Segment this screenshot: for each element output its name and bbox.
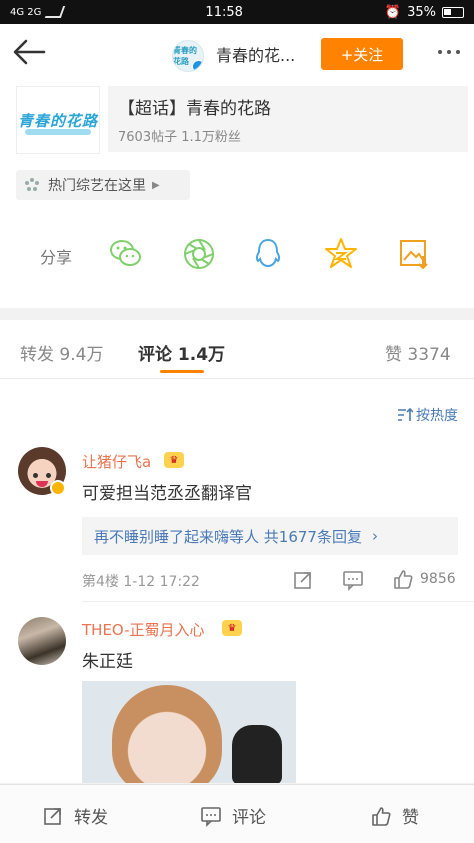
dot-icon bbox=[456, 50, 460, 54]
avatar[interactable] bbox=[18, 617, 66, 665]
follow-button[interactable]: +关注 bbox=[321, 38, 403, 70]
back-arrow-icon bbox=[13, 39, 46, 65]
comment-text: 可爱担当范丞丞翻译官 bbox=[82, 484, 252, 504]
battery-icon bbox=[442, 6, 464, 18]
avatar-mouth bbox=[36, 481, 48, 487]
status-bar: 4G 2G 11:58 ⏰ 35% bbox=[0, 0, 474, 24]
topic-name: 【超话】青春的花路 bbox=[118, 99, 271, 119]
comment-list: 按热度 让猪仔飞a ♛ 可爱担当范丞丞翻译官 再不睡别睡了起来嗨等人 共1677… bbox=[0, 379, 474, 783]
repost-icon[interactable] bbox=[292, 569, 314, 591]
interaction-tabs: 转发 9.4万 评论 1.4万 赞 3374 bbox=[0, 320, 474, 379]
crown-icon: ♛ bbox=[222, 620, 242, 636]
sort-by-hot-button[interactable]: 按热度 bbox=[397, 405, 458, 425]
avatar-eye bbox=[46, 473, 51, 478]
alarm-icon: ⏰ bbox=[384, 4, 402, 20]
bottom-comment-button[interactable]: 评论 bbox=[200, 803, 266, 828]
comment-text: 朱正廷 bbox=[82, 652, 133, 672]
back-button[interactable] bbox=[10, 36, 48, 68]
qq-icon[interactable] bbox=[250, 236, 286, 272]
wechat-icon[interactable] bbox=[108, 236, 144, 272]
dot-icon bbox=[438, 50, 442, 54]
camera-aperture-icon bbox=[25, 178, 39, 191]
logo-wave-decoration bbox=[25, 129, 91, 135]
variety-tag-label: 热门综艺在这里 bbox=[48, 178, 146, 194]
topic-thumbnail[interactable]: 青春的花路 bbox=[16, 86, 100, 154]
share-label: 分享 bbox=[40, 248, 73, 267]
comment-icon[interactable] bbox=[342, 569, 364, 591]
tab-like[interactable]: 赞 3374 bbox=[385, 340, 451, 365]
battery-percent: 35% bbox=[407, 4, 436, 20]
avatar-eye bbox=[33, 473, 38, 478]
active-tab-indicator bbox=[160, 370, 204, 373]
status-time: 11:58 bbox=[205, 4, 243, 20]
crown-icon: ♛ bbox=[164, 452, 184, 468]
topic-stats: 7603帖子 1.1万粉丝 bbox=[118, 130, 241, 145]
reply-summary: 再不睡别睡了起来嗨等人 共1677条回复 bbox=[94, 527, 362, 546]
repost-icon bbox=[44, 807, 61, 825]
variety-tag-link[interactable]: 热门综艺在这里 ▶ bbox=[16, 170, 190, 200]
comment-username[interactable]: THEO-正蜀月入心 bbox=[82, 619, 205, 640]
topic-logo-text: 青春的花路 bbox=[17, 111, 98, 130]
like-count: 9856 bbox=[420, 571, 456, 587]
like-icon bbox=[372, 806, 391, 826]
topic-info-box[interactable]: 【超话】青春的花路 7603帖子 1.1万粉丝 bbox=[108, 86, 468, 152]
wifi-icon bbox=[45, 6, 66, 18]
bottom-like-label: 赞 bbox=[402, 808, 419, 828]
chevron-right-icon: › bbox=[371, 527, 378, 545]
comment-meta: 第4楼 1-12 17:22 bbox=[82, 574, 200, 590]
bottom-action-bar: 转发 评论 赞 bbox=[0, 784, 474, 843]
verified-badge-icon bbox=[192, 60, 203, 71]
bottom-comment-label: 评论 bbox=[232, 808, 266, 828]
dot-icon bbox=[447, 50, 451, 54]
bottom-repost-button[interactable]: 转发 bbox=[42, 803, 108, 828]
signal-text: 4G 2G bbox=[10, 6, 42, 18]
post-card: 青春的花路 【超话】青春的花路 7603帖子 1.1万粉丝 热门综艺在这里 ▶ … bbox=[0, 80, 474, 308]
image-person bbox=[112, 685, 222, 783]
reply-thread-link[interactable]: 再不睡别睡了起来嗨等人 共1677条回复 › bbox=[82, 517, 458, 555]
page-title[interactable]: 青春的花... bbox=[216, 42, 295, 66]
save-image-icon[interactable] bbox=[396, 236, 432, 272]
more-options-button[interactable] bbox=[438, 42, 460, 62]
bottom-repost-label: 转发 bbox=[74, 808, 108, 828]
signal-indicators: 4G 2G bbox=[10, 6, 66, 18]
sort-icon bbox=[398, 408, 413, 421]
comment-username[interactable]: 让猪仔飞a bbox=[82, 451, 151, 472]
qzone-icon[interactable] bbox=[323, 236, 359, 272]
verified-badge-icon bbox=[50, 480, 66, 496]
topic-avatar[interactable]: 青春的花路 bbox=[172, 40, 204, 72]
like-icon[interactable] bbox=[392, 568, 414, 590]
tab-comment[interactable]: 评论 1.4万 bbox=[138, 340, 225, 365]
top-nav-bar: 青春的花路 青春的花... +关注 bbox=[0, 24, 474, 80]
comment-image[interactable] bbox=[82, 681, 296, 783]
comment-icon bbox=[201, 806, 221, 827]
moments-icon[interactable] bbox=[181, 236, 217, 272]
tab-repost[interactable]: 转发 9.4万 bbox=[20, 340, 103, 365]
comment-divider bbox=[82, 601, 474, 602]
image-dog bbox=[232, 725, 282, 783]
chevron-right-icon: ▶ bbox=[152, 179, 160, 191]
status-right: ⏰ 35% bbox=[385, 5, 464, 20]
sort-label: 按热度 bbox=[416, 408, 458, 424]
share-row: 分享 bbox=[0, 230, 474, 278]
bottom-like-button[interactable]: 赞 bbox=[370, 803, 419, 828]
